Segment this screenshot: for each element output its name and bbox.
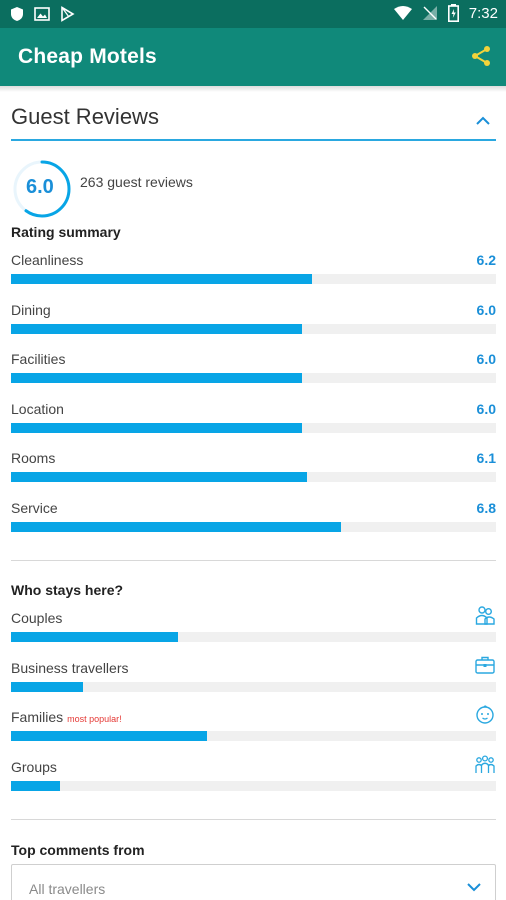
stay-bar <box>11 781 60 791</box>
rating-label: Dining <box>11 302 51 318</box>
stay-label: Families most popular! <box>11 709 122 725</box>
rating-row-cleanliness: Cleanliness 6.2 <box>11 252 496 288</box>
shield-icon <box>11 7 23 21</box>
stay-row-groups: Groups <box>11 755 496 795</box>
rating-summary-heading: Rating summary <box>11 224 121 240</box>
no-signal-icon <box>422 6 437 20</box>
chevron-down-icon <box>467 883 481 892</box>
baby-face-icon <box>476 705 494 724</box>
divider <box>11 819 496 820</box>
rating-value: 6.0 <box>476 302 496 318</box>
review-count: 263 guest reviews <box>80 174 193 190</box>
clock: 7:32 <box>468 4 498 22</box>
rating-bar <box>11 274 312 284</box>
image-icon <box>34 7 50 21</box>
share-icon <box>472 46 490 66</box>
rating-bar <box>11 472 307 482</box>
group-icon <box>475 755 495 773</box>
rating-row-facilities: Facilities 6.0 <box>11 351 496 387</box>
stay-row-couples: Couples <box>11 606 496 646</box>
stay-bar <box>11 632 179 642</box>
chevron-up-icon <box>476 116 490 125</box>
rating-row-dining: Dining 6.0 <box>11 302 496 338</box>
rating-value: 6.0 <box>476 351 496 367</box>
stay-label: Business travellers <box>11 660 129 676</box>
title-underline <box>11 139 496 141</box>
stay-bar <box>11 731 208 741</box>
divider <box>11 560 496 561</box>
couple-icon <box>475 606 495 625</box>
traveller-type-dropdown[interactable]: All travellers <box>11 864 496 900</box>
app-title: Cheap Motels <box>18 45 157 68</box>
rating-bar <box>11 373 302 383</box>
rating-label: Service <box>11 500 58 516</box>
rating-bar <box>11 423 302 433</box>
most-popular-badge: most popular! <box>67 714 122 724</box>
stay-row-families: Families most popular! <box>11 705 496 745</box>
rating-row-location: Location 6.0 <box>11 401 496 437</box>
stay-bar <box>11 682 83 692</box>
collapse-button[interactable] <box>476 112 490 130</box>
overall-score: 6.0 <box>26 176 54 198</box>
rating-value: 6.8 <box>476 500 496 516</box>
dropdown-selected-value: All travellers <box>29 881 106 897</box>
rating-value: 6.0 <box>476 401 496 417</box>
rating-label: Cleanliness <box>11 252 84 268</box>
rating-label: Location <box>11 401 64 417</box>
rating-row-rooms: Rooms 6.1 <box>11 450 496 486</box>
section-title: Guest Reviews <box>11 104 159 129</box>
rating-value: 6.1 <box>476 450 496 466</box>
stay-label: Groups <box>11 759 57 775</box>
share-button[interactable] <box>470 45 492 72</box>
rating-value: 6.2 <box>476 252 496 268</box>
who-stays-heading: Who stays here? <box>11 582 124 598</box>
rating-label: Rooms <box>11 450 56 466</box>
app-bar: Cheap Motels <box>0 28 506 86</box>
rating-label: Facilities <box>11 351 66 367</box>
wifi-icon <box>393 6 412 20</box>
rating-row-service: Service 6.8 <box>11 500 496 536</box>
top-comments-heading: Top comments from <box>11 842 145 858</box>
play-store-icon <box>61 6 75 22</box>
stay-label: Couples <box>11 610 63 626</box>
battery-icon <box>447 4 459 22</box>
briefcase-icon <box>475 656 495 674</box>
rating-bar <box>11 522 341 532</box>
status-bar: 7:32 <box>0 0 506 28</box>
stay-row-business: Business travellers <box>11 656 496 696</box>
rating-bar <box>11 324 302 334</box>
stay-label-text: Families <box>11 709 64 725</box>
